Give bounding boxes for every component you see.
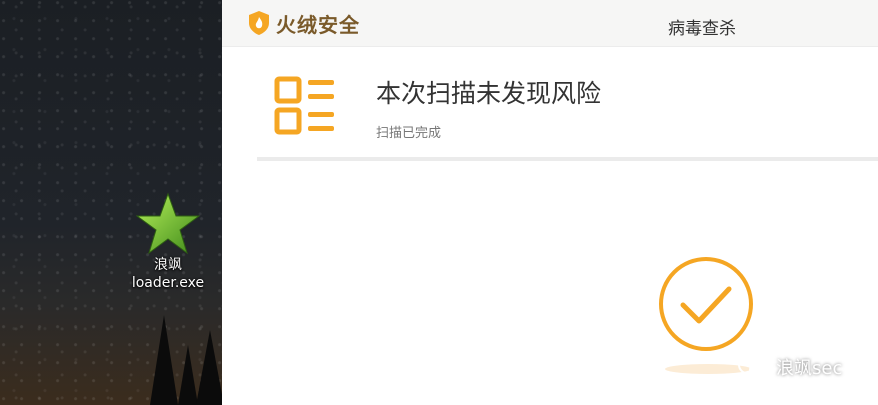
divider (257, 157, 878, 161)
desktop-icon-label-line2: loader.exe (131, 275, 205, 291)
desktop-icon-loader[interactable]: 浪飒 loader.exe (128, 192, 208, 292)
watermark: 浪飒sec (738, 354, 842, 380)
desktop-wallpaper: 浪飒 loader.exe (0, 0, 222, 405)
tree-silhouette (196, 330, 222, 405)
flame-shield-icon (249, 11, 269, 35)
scan-result-subtitle: 扫描已完成 (376, 126, 442, 141)
watermark-text: 浪飒sec (776, 358, 843, 379)
antivirus-window: 火绒安全 病毒查杀 本次扫描未发现风险 扫描已完成 (222, 0, 878, 405)
brand: 火绒安全 (248, 10, 360, 37)
tree-silhouette (178, 345, 198, 405)
scan-report-icon (274, 76, 334, 135)
page-title: 病毒查杀 (668, 19, 736, 39)
desktop-icon-label-line1: 浪飒 (154, 257, 182, 273)
scan-result-title: 本次扫描未发现风险 (376, 79, 602, 108)
wechat-icon (738, 355, 769, 379)
brand-name: 火绒安全 (276, 12, 360, 37)
check-circle-icon (659, 257, 753, 351)
star-app-icon (136, 192, 200, 255)
tree-silhouette (150, 315, 178, 405)
title-bar: 火绒安全 病毒查杀 (222, 0, 878, 47)
